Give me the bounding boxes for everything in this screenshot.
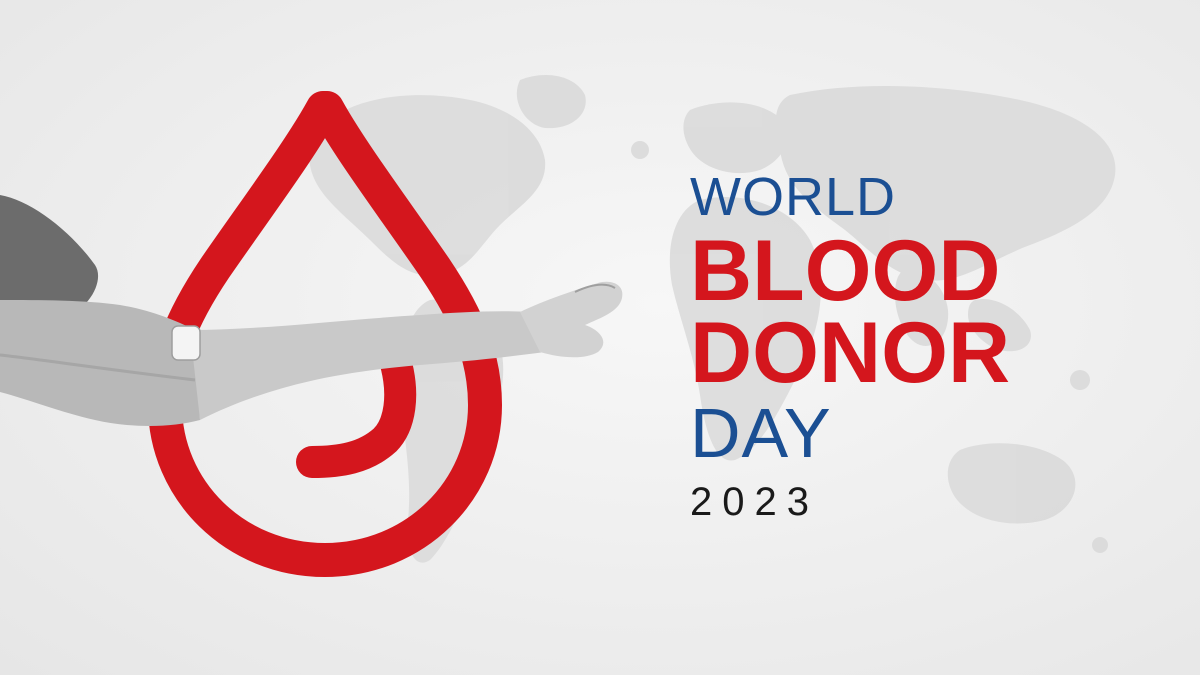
title-block: WORLD BLOOD DONOR DAY 2023 bbox=[690, 170, 1150, 522]
title-blood: BLOOD bbox=[690, 223, 1001, 319]
title-donor: DONOR bbox=[690, 305, 1011, 401]
title-year: 2023 bbox=[690, 480, 819, 524]
banner-canvas: WORLD BLOOD DONOR DAY 2023 bbox=[0, 0, 1200, 675]
title-world: WORLD bbox=[690, 167, 896, 227]
bandage-icon bbox=[171, 325, 201, 361]
outstretched-arm-icon bbox=[0, 195, 623, 426]
title-day: DAY bbox=[690, 394, 832, 472]
